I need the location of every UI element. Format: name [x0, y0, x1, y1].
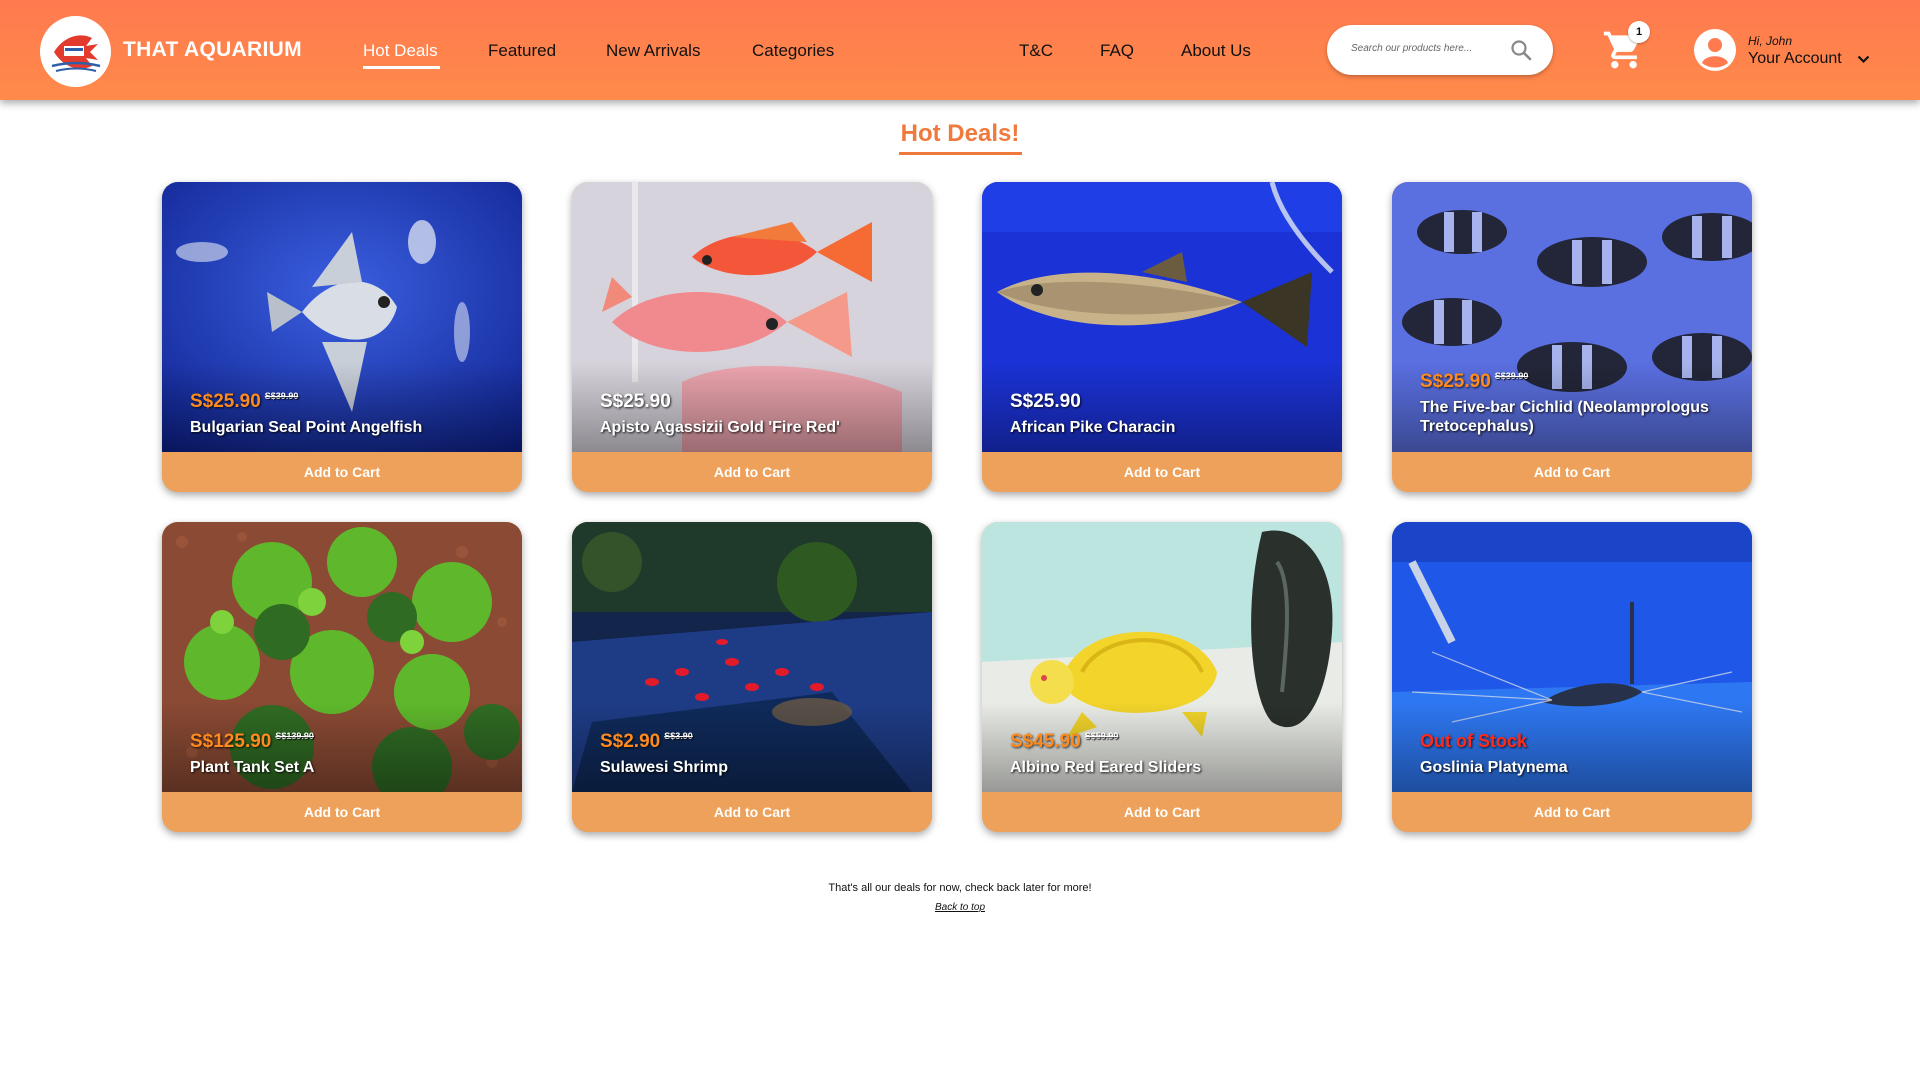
product-card[interactable]: S$25.90 S$39.90 The Five-bar Cichlid (Neo…: [1392, 182, 1752, 492]
product-card[interactable]: S$25.90 African Pike Characin Add to Car…: [982, 182, 1342, 492]
price-row: Out of Stock: [1420, 731, 1527, 752]
product-name[interactable]: Albino Red Eared Sliders: [1010, 758, 1330, 777]
price: S$25.90: [1010, 391, 1081, 412]
nav-hot-deals[interactable]: Hot Deals: [363, 41, 438, 61]
product-card[interactable]: S$25.90 S$39.90 Bulgarian Seal Point Ange…: [162, 182, 522, 492]
page-title: Hot Deals!: [900, 120, 1020, 147]
nav-featured[interactable]: Featured: [488, 41, 556, 61]
price-row: S$25.90 S$39.90: [190, 391, 298, 413]
product-name[interactable]: Sulawesi Shrimp: [600, 758, 920, 777]
original-price: S$39.90: [1494, 371, 1529, 381]
add-to-cart-button[interactable]: Add to Cart: [982, 792, 1342, 832]
original-price: S$39.90: [264, 391, 299, 401]
product-name[interactable]: The Five-bar Cichlid (Neolamprologus Tre…: [1420, 398, 1740, 436]
search-input[interactable]: Search our products here...: [1327, 25, 1553, 75]
product-name[interactable]: Goslinia Platynema: [1420, 758, 1740, 777]
product-card[interactable]: Out of Stock Goslinia Platynema Add to C…: [1392, 522, 1752, 832]
product-card[interactable]: S$25.90 Apisto Agassizii Gold 'Fire Red'…: [572, 182, 932, 492]
original-price: S$3.90: [664, 731, 693, 741]
sale-price: S$25.90: [190, 391, 261, 412]
back-to-top-link[interactable]: Back to top: [0, 902, 1920, 913]
nav-terms[interactable]: T&C: [1019, 41, 1053, 61]
search-icon[interactable]: [1509, 38, 1533, 62]
price-row: S$25.90: [600, 391, 671, 413]
nav-about-us[interactable]: About Us: [1181, 41, 1251, 61]
end-of-deals-note: That's all our deals for now, check back…: [828, 882, 1092, 894]
nav-active-underline: [363, 66, 440, 69]
search-placeholder: Search our products here...: [1351, 43, 1473, 54]
account-avatar-icon[interactable]: [1694, 29, 1736, 71]
original-price: S$139.90: [275, 731, 314, 741]
chevron-down-icon[interactable]: [1857, 55, 1870, 64]
product-card[interactable]: S$125.90 S$139.90 Plant Tank Set A Add to…: [162, 522, 522, 832]
account-menu[interactable]: Your Account: [1748, 50, 1842, 68]
price-row: S$25.90: [1010, 391, 1081, 413]
product-name[interactable]: Apisto Agassizii Gold 'Fire Red': [600, 418, 920, 437]
add-to-cart-button[interactable]: Add to Cart: [982, 452, 1342, 492]
out-of-stock-label: Out of Stock: [1420, 731, 1527, 751]
price-row: S$25.90 S$39.90: [1420, 371, 1528, 393]
add-to-cart-button[interactable]: Add to Cart: [1392, 792, 1752, 832]
price-row: S$125.90 S$139.90: [190, 731, 314, 753]
price-row: S$45.90 S$59.90: [1010, 731, 1118, 753]
add-to-cart-button[interactable]: Add to Cart: [162, 792, 522, 832]
nav-new-arrivals[interactable]: New Arrivals: [606, 41, 700, 61]
cart-count-badge: 1: [1628, 21, 1650, 43]
nav-categories[interactable]: Categories: [752, 41, 834, 61]
price: S$25.90: [600, 391, 671, 412]
add-to-cart-button[interactable]: Add to Cart: [162, 452, 522, 492]
add-to-cart-button[interactable]: Add to Cart: [572, 792, 932, 832]
logo-fish-icon: [51, 34, 100, 72]
add-to-cart-button[interactable]: Add to Cart: [572, 452, 932, 492]
original-price: S$59.90: [1084, 731, 1119, 741]
product-card[interactable]: S$2.90 S$3.90 Sulawesi Shrimp Add to Cart: [572, 522, 932, 832]
sale-price: S$45.90: [1010, 731, 1081, 752]
sale-price: S$125.90: [190, 731, 272, 752]
brand-name[interactable]: THAT AQUARIUM: [123, 38, 302, 62]
title-underline: [899, 152, 1022, 155]
sale-price: S$25.90: [1420, 371, 1491, 392]
account-greeting: Hi, John: [1748, 34, 1793, 48]
top-header: THAT AQUARIUM Hot Deals Featured New Arr…: [0, 0, 1920, 100]
product-name[interactable]: Bulgarian Seal Point Angelfish: [190, 418, 510, 437]
product-name[interactable]: Plant Tank Set A: [190, 758, 510, 777]
product-name[interactable]: African Pike Characin: [1010, 418, 1330, 437]
add-to-cart-button[interactable]: Add to Cart: [1392, 452, 1752, 492]
brand-logo[interactable]: [40, 16, 111, 87]
nav-faq[interactable]: FAQ: [1100, 41, 1134, 61]
sale-price: S$2.90: [600, 731, 661, 752]
product-card[interactable]: S$45.90 S$59.90 Albino Red Eared Sliders …: [982, 522, 1342, 832]
price-row: S$2.90 S$3.90: [600, 731, 693, 753]
